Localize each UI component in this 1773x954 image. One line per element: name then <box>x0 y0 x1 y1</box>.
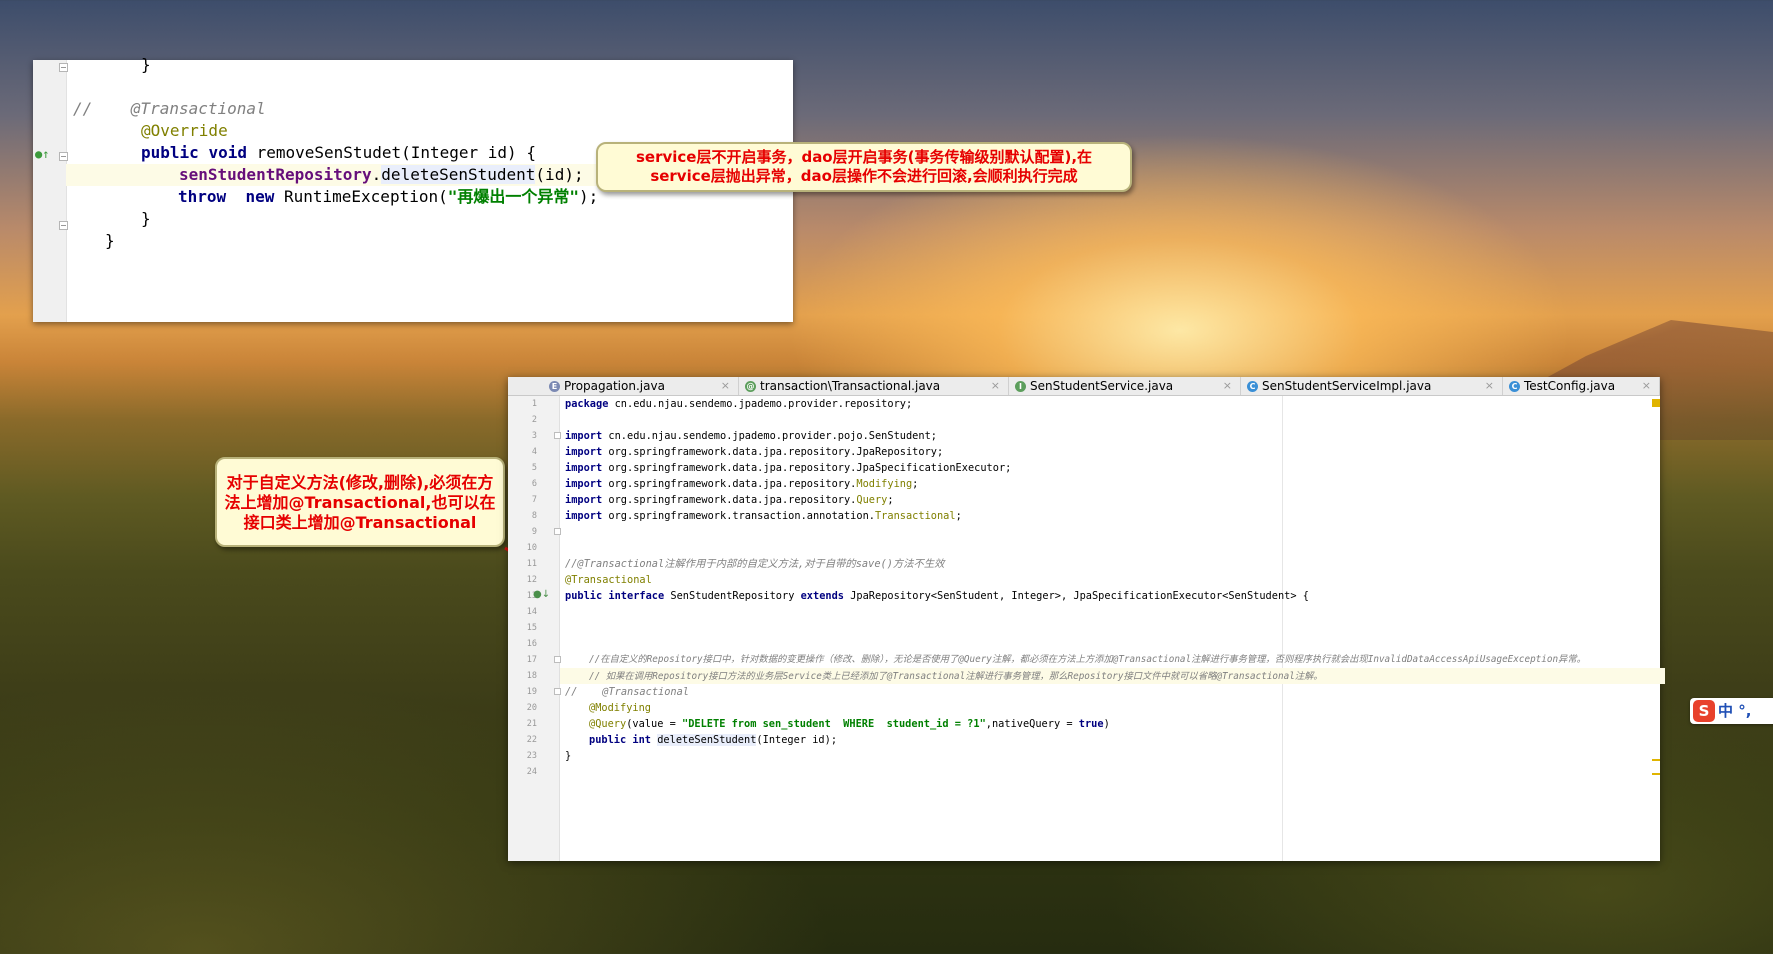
scrollbar-marker[interactable] <box>1652 759 1660 761</box>
tab-label: transaction\Transactional.java <box>760 379 941 393</box>
fold-marker[interactable] <box>554 432 561 439</box>
fold-marker[interactable] <box>554 688 561 695</box>
tab-testconfig[interactable]: C TestConfig.java × <box>1503 377 1660 395</box>
line-number: 23 <box>526 751 537 761</box>
code-line: //@Transactional注解作用于内部的自定义方法,对于自带的save(… <box>565 558 945 570</box>
line-number: 17 <box>526 655 537 665</box>
code-line: } <box>141 55 151 74</box>
right-margin-guide <box>1282 396 1283 861</box>
editor-gutter <box>33 60 67 322</box>
fold-marker[interactable] <box>59 152 68 161</box>
tab-propagation[interactable]: E Propagation.java × <box>543 377 739 395</box>
close-icon[interactable]: × <box>991 377 1000 395</box>
line-number: 4 <box>531 447 537 457</box>
code-line: import org.springframework.data.jpa.repo… <box>565 494 894 506</box>
fold-marker[interactable] <box>554 656 561 663</box>
line-number: 11 <box>526 559 537 569</box>
tab-label: SenStudentServiceImpl.java <box>1262 379 1432 393</box>
ime-status[interactable]: 中 °, <box>1718 702 1751 720</box>
fold-marker[interactable] <box>554 528 561 535</box>
code-line: @Transactional <box>565 574 652 586</box>
implementations-gutter-icon[interactable]: ●↓ <box>533 589 550 600</box>
code-line: } <box>141 209 151 228</box>
callout-text-line: 接口类上增加@Transactional <box>243 513 477 532</box>
code-line: public interface SenStudentRepository ex… <box>565 590 1309 602</box>
tab-transactional[interactable]: @ transaction\Transactional.java × <box>739 377 1009 395</box>
close-icon[interactable]: × <box>1642 377 1651 395</box>
code-line: import org.springframework.data.jpa.repo… <box>565 478 919 490</box>
line-number: 8 <box>531 511 537 521</box>
line-number: 22 <box>526 735 537 745</box>
scrollbar-warning-marker[interactable] <box>1652 399 1660 407</box>
line-number: 2 <box>531 415 537 425</box>
class-icon: C <box>1247 381 1258 392</box>
ime-toolbar[interactable]: S中 °, <box>1690 698 1773 724</box>
override-gutter-icon[interactable]: ●↑ <box>35 147 49 161</box>
tab-senstudentservice[interactable]: I SenStudentService.java × <box>1009 377 1241 395</box>
code-line: package cn.edu.njau.sendemo.jpademo.prov… <box>565 398 913 410</box>
annotation-callout-service: service层不开启事务，dao层开启事务(事务传输级别默认配置),在 ser… <box>596 142 1132 192</box>
code-line: public void removeSenStudet(Integer id) … <box>141 143 536 162</box>
close-icon[interactable]: × <box>1485 377 1494 395</box>
callout-text-line: service层不开启事务，dao层开启事务(事务传输级别默认配置),在 <box>635 148 1093 166</box>
annotation-callout-transactional: 对于自定义方法(修改,删除),必须在方 法上增加@Transactional,也… <box>215 457 505 547</box>
scrollbar-marker[interactable] <box>1652 773 1660 775</box>
line-number: 15 <box>526 623 537 633</box>
sogou-logo-icon[interactable]: S <box>1693 700 1715 722</box>
code-line: // @Transactional <box>73 99 266 118</box>
code-line: import org.springframework.data.jpa.repo… <box>565 446 944 458</box>
code-line: @Modifying <box>589 702 651 714</box>
line-number: 24 <box>526 767 537 777</box>
close-icon[interactable]: × <box>1223 377 1232 395</box>
code-line: //在自定义的Repository接口中，针对数据的变更操作（修改、删除），无论… <box>589 654 1586 665</box>
code-line: throw new RuntimeException("再爆出一个异常"); <box>178 187 599 206</box>
line-number: 5 <box>531 463 537 473</box>
line-number: 18 <box>526 671 537 681</box>
code-line: public int deleteSenStudent(Integer id); <box>589 734 838 746</box>
line-number: 21 <box>526 719 537 729</box>
code-line: @Query(value = "DELETE from sen_student … <box>589 718 1110 730</box>
line-number: 16 <box>526 639 537 649</box>
callout-text-line: service层抛出异常，dao层操作不会进行回滚,会顺利执行完成 <box>650 167 1078 185</box>
code-line: } <box>565 750 572 762</box>
callout-text-line: 对于自定义方法(修改,删除),必须在方 <box>226 473 494 492</box>
editor-tab-bar: E Propagation.java × @ transaction\Transact… <box>508 377 1660 396</box>
callout-text-line: 法上增加@Transactional,也可以在 <box>224 493 496 512</box>
line-number: 6 <box>531 479 537 489</box>
line-number: 10 <box>526 543 537 553</box>
class-icon: C <box>1509 381 1520 392</box>
line-number: 14 <box>526 607 537 617</box>
tab-senstudentserviceimpl[interactable]: C SenStudentServiceImpl.java × <box>1241 377 1503 395</box>
code-line: import org.springframework.transaction.a… <box>565 510 962 522</box>
code-line: @Override <box>141 121 228 140</box>
line-number: 20 <box>526 703 537 713</box>
line-number: 1 <box>531 399 537 409</box>
annotation-icon: @ <box>745 381 756 392</box>
line-number: 12 <box>526 575 537 585</box>
tab-label: SenStudentService.java <box>1030 379 1174 393</box>
line-number: 7 <box>531 495 537 505</box>
enum-icon: E <box>549 381 560 392</box>
code-line-highlighted: // 如果在调用Repository接口方法的业务层Service类上已经添加了… <box>560 668 1665 684</box>
code-line: import org.springframework.data.jpa.repo… <box>565 462 1012 474</box>
tab-label: TestConfig.java <box>1524 379 1616 393</box>
line-number: 9 <box>531 527 537 537</box>
code-line: // @Transactional <box>565 686 690 698</box>
line-number: 19 <box>526 687 537 697</box>
code-line: import cn.edu.njau.sendemo.jpademo.provi… <box>565 430 937 442</box>
line-number: 3 <box>531 431 537 441</box>
tab-label: Propagation.java <box>564 379 665 393</box>
code-line: } <box>105 231 115 250</box>
fold-marker[interactable] <box>59 63 68 72</box>
fold-marker[interactable] <box>59 221 68 230</box>
ide-editor-window: E Propagation.java × @ transaction\Transact… <box>508 377 1665 861</box>
close-icon[interactable]: × <box>721 377 730 395</box>
interface-icon: I <box>1015 381 1026 392</box>
line-number-gutter: 1 2 3 4 5 6 7 8 9 10 11 12 13 14 15 16 1… <box>508 396 560 861</box>
